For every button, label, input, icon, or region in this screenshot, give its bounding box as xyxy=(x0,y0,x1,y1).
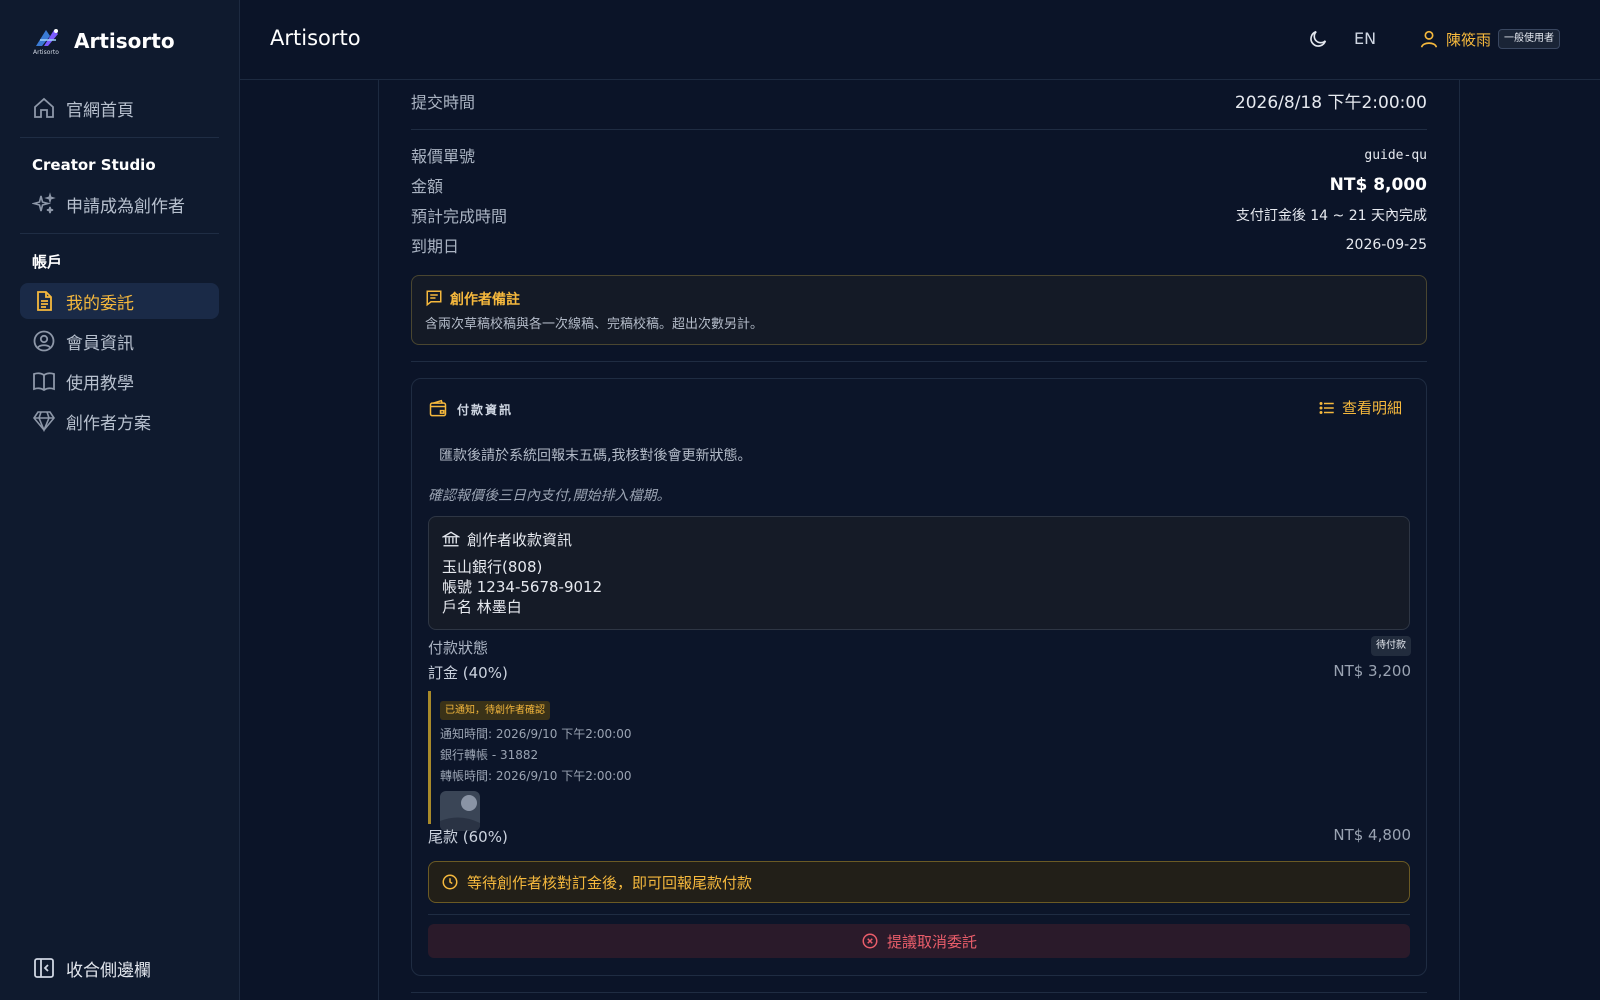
view-detail-button[interactable]: 查看明細 xyxy=(1318,397,1402,418)
book-icon xyxy=(32,369,56,393)
sidebar-divider xyxy=(20,137,219,138)
payment-note: 確認報價後三日內支付,開始排入檔期。 xyxy=(428,488,671,504)
logo-icon: Artisorto xyxy=(32,26,62,56)
user-icon[interactable] xyxy=(1418,28,1440,50)
creator-note-text: 含兩次草稿校稿與各一次線稿、完稿校稿。超出次數另計。 xyxy=(425,317,764,332)
sidebar-item-label: 收合側邊欄 xyxy=(66,960,151,981)
bank-name: 玉山銀行(808) xyxy=(442,558,543,576)
quote-no-row: 報價單號 guide-qu xyxy=(411,143,1427,167)
list-icon xyxy=(1318,399,1336,417)
clock-icon xyxy=(441,873,459,891)
deposit-amount: NT$ 3,200 xyxy=(1333,662,1411,680)
sidebar: Artisorto Artisorto 官網首頁 Creator Studio … xyxy=(0,0,240,1000)
propose-cancel-button[interactable]: 提議取消委託 xyxy=(428,924,1410,958)
creator-note: 創作者備註 含兩次草稿校稿與各一次線稿、完稿校稿。超出次數另計。 xyxy=(411,275,1427,345)
eta-row: 預計完成時間 支付訂金後 14 ~ 21 天內完成 xyxy=(411,203,1427,227)
user-circle-icon xyxy=(32,329,56,353)
page-title: Artisorto xyxy=(270,26,361,50)
sidebar-item-creator-plan[interactable]: 創作者方案 xyxy=(20,403,219,439)
payment-status-badge: 待付款 xyxy=(1371,636,1411,656)
sidebar-item-tutorial[interactable]: 使用教學 xyxy=(20,363,219,399)
commission-detail: 提交時間 2026/8/18 下午2:00:00 報價單號 guide-qu 金… xyxy=(378,80,1460,1000)
topbar: Artisorto EN 陳筱雨 一般使用者 xyxy=(240,0,1600,80)
sidebar-item-label: 會員資訊 xyxy=(66,333,134,354)
section-title-creator-studio: Creator Studio xyxy=(32,156,156,174)
bank-icon xyxy=(441,530,461,552)
sidebar-collapse-button[interactable]: 收合側邊欄 xyxy=(20,950,219,986)
due-row: 到期日 2026-09-25 xyxy=(411,233,1427,257)
document-icon xyxy=(32,289,56,313)
final-amount: NT$ 4,800 xyxy=(1333,826,1411,844)
deposit-status-badge: 已通知，待創作者確認 xyxy=(440,701,550,720)
home-icon xyxy=(32,96,56,120)
amount-row: 金額 NT$ 8,000 xyxy=(411,173,1427,197)
brand-name: Artisorto xyxy=(74,29,175,53)
payment-title: 付款資訊 xyxy=(457,403,514,417)
sidebar-item-member-info[interactable]: 會員資訊 xyxy=(20,323,219,359)
collapse-sidebar-icon xyxy=(32,956,56,980)
moon-icon[interactable] xyxy=(1307,28,1329,50)
divider xyxy=(411,361,1427,362)
role-badge: 一般使用者 xyxy=(1498,29,1560,49)
diamond-icon xyxy=(32,409,56,433)
final-label: 尾款 (60%) xyxy=(428,828,508,846)
sidebar-item-label: 官網首頁 xyxy=(66,100,134,121)
bank-info-title: 創作者收款資訊 xyxy=(467,531,573,549)
amount-label: 金額 xyxy=(411,177,444,196)
submit-time-value: 2026/8/18 下午2:00:00 xyxy=(1234,93,1427,113)
propose-cancel-label: 提議取消委託 xyxy=(886,932,977,951)
creator-note-title: 創作者備註 xyxy=(450,292,520,308)
x-circle-icon xyxy=(861,932,879,950)
receipt-thumbnail[interactable] xyxy=(440,791,480,831)
eta-label: 預計完成時間 xyxy=(411,207,508,226)
sidebar-item-label: 使用教學 xyxy=(66,373,134,394)
transfer-method: 銀行轉帳 - 31882 xyxy=(440,748,539,762)
bank-holder: 戶名 林墨白 xyxy=(442,598,522,616)
sidebar-divider xyxy=(20,233,219,234)
note-icon xyxy=(425,289,443,311)
wallet-icon xyxy=(428,399,448,423)
submit-time-label: 提交時間 xyxy=(411,92,476,112)
bank-account: 帳號 1234-5678-9012 xyxy=(442,578,603,596)
section-title-account: 帳戶 xyxy=(32,253,63,271)
deposit-timeline-bar xyxy=(428,691,431,824)
sparkle-icon xyxy=(32,192,56,216)
divider xyxy=(428,914,1410,915)
language-toggle[interactable]: EN xyxy=(1354,29,1376,48)
payment-instruction: 匯款後請於系統回報末五碼,我核對後會更新狀態。 xyxy=(439,448,752,464)
deposit-label: 訂金 (40%) xyxy=(428,664,508,682)
payment-card: 付款資訊 查看明細 匯款後請於系統回報末五碼,我核對後會更新狀態。 確認報價後三… xyxy=(411,378,1427,976)
sidebar-item-label: 申請成為創作者 xyxy=(66,196,185,217)
divider xyxy=(411,992,1427,993)
notify-time: 通知時間: 2026/9/10 下午2:00:00 xyxy=(440,727,632,741)
due-value: 2026-09-25 xyxy=(1345,237,1427,253)
sidebar-item-label: 創作者方案 xyxy=(66,413,151,434)
brand[interactable]: Artisorto Artisorto xyxy=(32,26,175,56)
view-detail-label: 查看明細 xyxy=(1341,399,1402,417)
wait-message: 等待創作者核對訂金後，即可回報尾款付款 xyxy=(428,861,1410,903)
sidebar-item-my-commissions[interactable]: 我的委託 xyxy=(20,283,219,319)
quote-no-value: guide-qu xyxy=(1364,147,1427,163)
quote-no-label: 報價單號 xyxy=(411,147,476,166)
sidebar-item-home[interactable]: 官網首頁 xyxy=(20,90,219,126)
transfer-time: 轉帳時間: 2026/9/10 下午2:00:00 xyxy=(440,769,632,783)
bank-info-box: 創作者收款資訊 玉山銀行(808) 帳號 1234-5678-9012 戶名 林… xyxy=(428,516,1410,630)
amount-value: NT$ 8,000 xyxy=(1329,175,1427,195)
logo-subtext: Artisorto xyxy=(33,49,59,56)
eta-value: 支付訂金後 14 ~ 21 天內完成 xyxy=(1235,208,1427,224)
user-name[interactable]: 陳筱雨 xyxy=(1446,29,1491,50)
payment-status-label: 付款狀態 xyxy=(428,639,489,657)
submit-time-row: 提交時間 2026/8/18 下午2:00:00 xyxy=(411,88,1427,114)
divider xyxy=(411,129,1427,130)
due-label: 到期日 xyxy=(411,237,460,256)
sidebar-item-apply-creator[interactable]: 申請成為創作者 xyxy=(20,186,219,222)
wait-message-text: 等待創作者核對訂金後，即可回報尾款付款 xyxy=(467,873,753,892)
sidebar-item-label: 我的委託 xyxy=(66,293,134,314)
